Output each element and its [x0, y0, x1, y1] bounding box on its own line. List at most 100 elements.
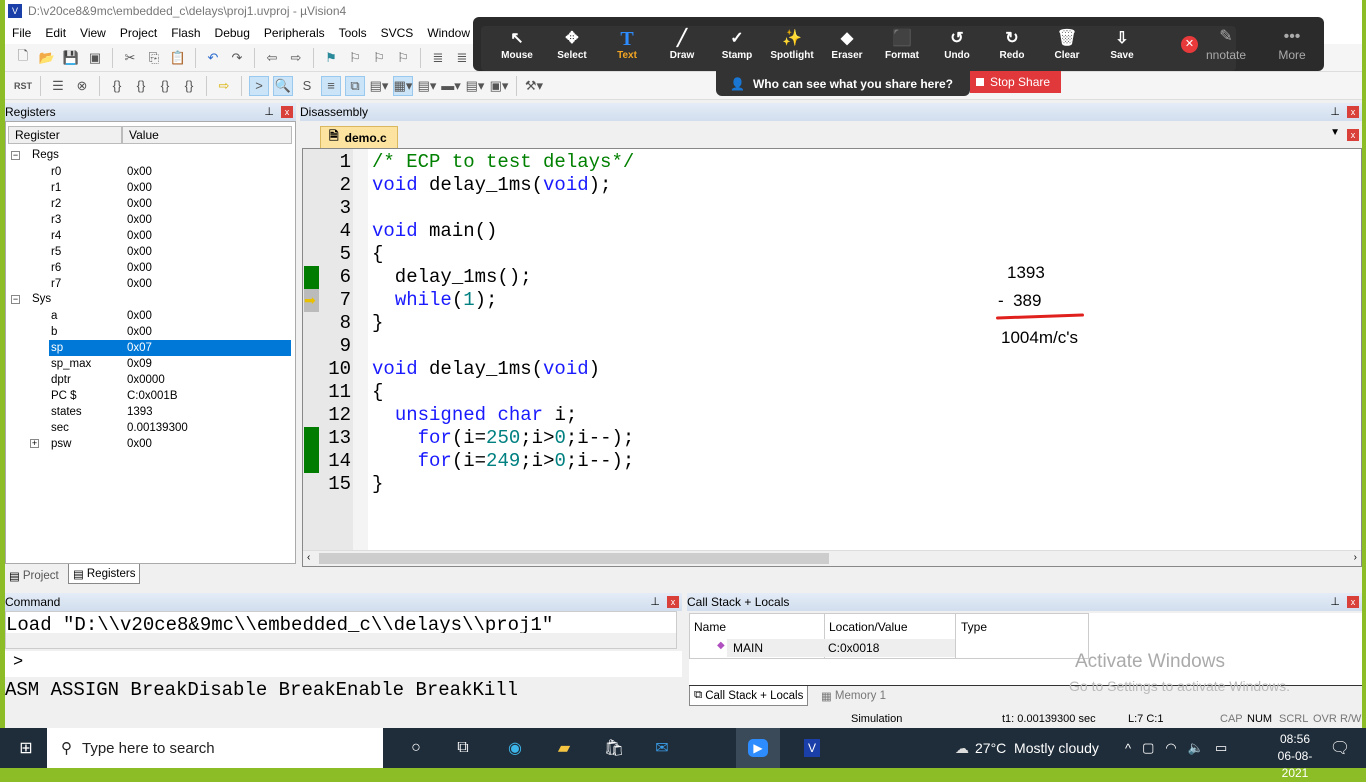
volume-icon[interactable]: 🔈	[1188, 740, 1204, 756]
wifi-icon[interactable]: ◠	[1165, 740, 1176, 756]
menu-file[interactable]: File	[5, 26, 38, 40]
pin-icon[interactable]: ⊥	[1330, 595, 1340, 608]
save-all-icon[interactable]: ▣	[85, 48, 105, 68]
register-row[interactable]: sp_max 0x09	[6, 356, 291, 372]
register-row[interactable]: PC $ C:0x001B	[6, 388, 291, 404]
annotate-button[interactable]: ✎ nnotate	[1191, 17, 1261, 71]
redo-icon[interactable]: ↷	[227, 48, 247, 68]
menu-flash[interactable]: Flash	[164, 26, 207, 40]
register-row[interactable]: r0 0x00	[6, 164, 291, 180]
register-row[interactable]: psw 0x00	[6, 436, 291, 452]
serial-window-icon[interactable]: ▤▾	[417, 76, 437, 96]
tool-draw[interactable]: ╱ Draw	[655, 17, 709, 71]
more-button[interactable]: ••• More	[1265, 17, 1319, 71]
system-viewer-icon[interactable]: ▣▾	[489, 76, 509, 96]
next-bookmark-icon[interactable]: ⚐	[369, 48, 389, 68]
register-row[interactable]: r6 0x00	[6, 260, 291, 276]
tab-demo-c[interactable]: 🗎 demo.c	[320, 126, 398, 148]
tool-save[interactable]: ⇩ Save	[1095, 17, 1149, 71]
battery-icon[interactable]: ▭	[1215, 740, 1227, 756]
registers-window-icon[interactable]: ≡	[321, 75, 341, 96]
clear-bookmarks-icon[interactable]: ⚐	[393, 48, 413, 68]
register-row[interactable]: dptr 0x0000	[6, 372, 291, 388]
paste-icon[interactable]: 📋	[168, 48, 188, 68]
prev-bookmark-icon[interactable]: ⚐	[345, 48, 365, 68]
menu-window[interactable]: Window	[420, 26, 477, 40]
new-file-icon[interactable]: 🗋	[13, 48, 33, 68]
collapse-toggle[interactable]: −	[11, 151, 20, 160]
open-icon[interactable]: 📂	[37, 48, 57, 68]
run-to-cursor-icon[interactable]: {}	[179, 76, 199, 96]
collapse-toggle[interactable]: −	[11, 295, 20, 304]
bookmark-icon[interactable]: ⚑	[321, 48, 341, 68]
tool-select[interactable]: ✥ Select	[545, 17, 599, 71]
register-row[interactable]: states 1393	[6, 404, 291, 420]
who-can-see-button[interactable]: 👤 Who can see what you share here?	[716, 71, 970, 96]
cortana-icon[interactable]: ○	[396, 728, 436, 768]
menu-view[interactable]: View	[73, 26, 113, 40]
zoom-app-icon[interactable]: ▶	[736, 728, 780, 768]
file-explorer-icon[interactable]: ▰	[544, 728, 584, 768]
command-hscrollbar[interactable]	[6, 633, 676, 648]
step-over-icon[interactable]: {}	[131, 76, 151, 96]
chevron-up-icon[interactable]: ^	[1125, 741, 1131, 756]
menu-svcs[interactable]: SVCS	[374, 26, 421, 40]
step-out-icon[interactable]: {}	[155, 76, 175, 96]
meet-now-icon[interactable]: ▢	[1142, 740, 1154, 756]
register-row[interactable]: r3 0x00	[6, 212, 291, 228]
unindent-icon[interactable]: ≣	[452, 48, 472, 68]
close-tab-icon[interactable]: x	[1347, 129, 1359, 141]
forward-icon[interactable]: ⇨	[286, 48, 306, 68]
register-row[interactable]: b 0x00	[6, 324, 291, 340]
back-icon[interactable]: ⇦	[262, 48, 282, 68]
save-icon[interactable]: 💾	[61, 48, 81, 68]
register-row[interactable]: a 0x00	[6, 308, 291, 324]
reset-icon[interactable]: RST	[13, 76, 33, 96]
pin-icon[interactable]: ⊥	[264, 105, 274, 118]
menu-peripherals[interactable]: Peripherals	[257, 26, 332, 40]
pin-icon[interactable]: ⊥	[1330, 105, 1340, 118]
call-stack-window-icon[interactable]: ⧉	[345, 75, 365, 96]
tool-eraser[interactable]: ◆ Eraser	[820, 17, 874, 71]
watch-window-icon[interactable]: ▤▾	[369, 76, 389, 96]
command-window-icon[interactable]: >	[249, 75, 269, 96]
stop-share-button[interactable]: Stop Share	[970, 71, 1061, 93]
show-next-statement-icon[interactable]: ⇨	[214, 76, 234, 96]
tool-mouse[interactable]: ↖ Mouse	[490, 17, 544, 71]
type-column-header[interactable]: Type	[955, 613, 992, 659]
indent-icon[interactable]: ≣	[428, 48, 448, 68]
register-row[interactable]: r1 0x00	[6, 180, 291, 196]
stop-icon[interactable]: ⊗	[72, 76, 92, 96]
menu-edit[interactable]: Edit	[38, 26, 73, 40]
register-row[interactable]: sp 0x07	[6, 340, 291, 356]
register-column-header[interactable]: Register	[8, 126, 122, 144]
register-row[interactable]: sec 0.00139300	[6, 420, 291, 436]
scrollbar-thumb[interactable]	[319, 553, 829, 564]
close-icon[interactable]: x	[1347, 596, 1359, 608]
tool-spotlight[interactable]: ✨ Spotlight	[765, 17, 819, 71]
tool-redo[interactable]: ↻ Redo	[985, 17, 1039, 71]
close-icon[interactable]: x	[1347, 106, 1359, 118]
register-row[interactable]: r2 0x00	[6, 196, 291, 212]
mail-icon[interactable]: ✉	[642, 728, 682, 768]
menu-project[interactable]: Project	[113, 26, 164, 40]
undo-icon[interactable]: ↶	[203, 48, 223, 68]
register-row[interactable]: r5 0x00	[6, 244, 291, 260]
tab-memory-1[interactable]: ▦ Memory 1	[817, 686, 890, 706]
register-row[interactable]: r7 0x00	[6, 276, 291, 292]
horizontal-scrollbar[interactable]: ‹ ›	[303, 550, 1361, 566]
code-editor[interactable]: 12345−6➡7891011−12131415 /* ECP to test …	[302, 148, 1362, 567]
pin-icon[interactable]: ⊥	[650, 595, 660, 608]
name-column-header[interactable]: Name	[694, 620, 726, 634]
task-view-icon[interactable]: ⧉	[443, 728, 483, 768]
tool-stamp[interactable]: ✓ Stamp	[710, 17, 764, 71]
tab-project[interactable]: ▤ Project	[5, 566, 63, 586]
tool-clear[interactable]: 🗑 Clear	[1040, 17, 1094, 71]
clock[interactable]: 08:56 06-08-2021	[1270, 731, 1320, 782]
edge-icon[interactable]: ◉	[495, 728, 535, 768]
copy-icon[interactable]: ⎘	[144, 48, 164, 68]
tool-text[interactable]: T Text	[600, 17, 654, 71]
menu-tools[interactable]: Tools	[332, 26, 374, 40]
disassembly-window-icon[interactable]: 🔍	[273, 75, 293, 96]
symbols-window-icon[interactable]: S	[297, 76, 317, 96]
